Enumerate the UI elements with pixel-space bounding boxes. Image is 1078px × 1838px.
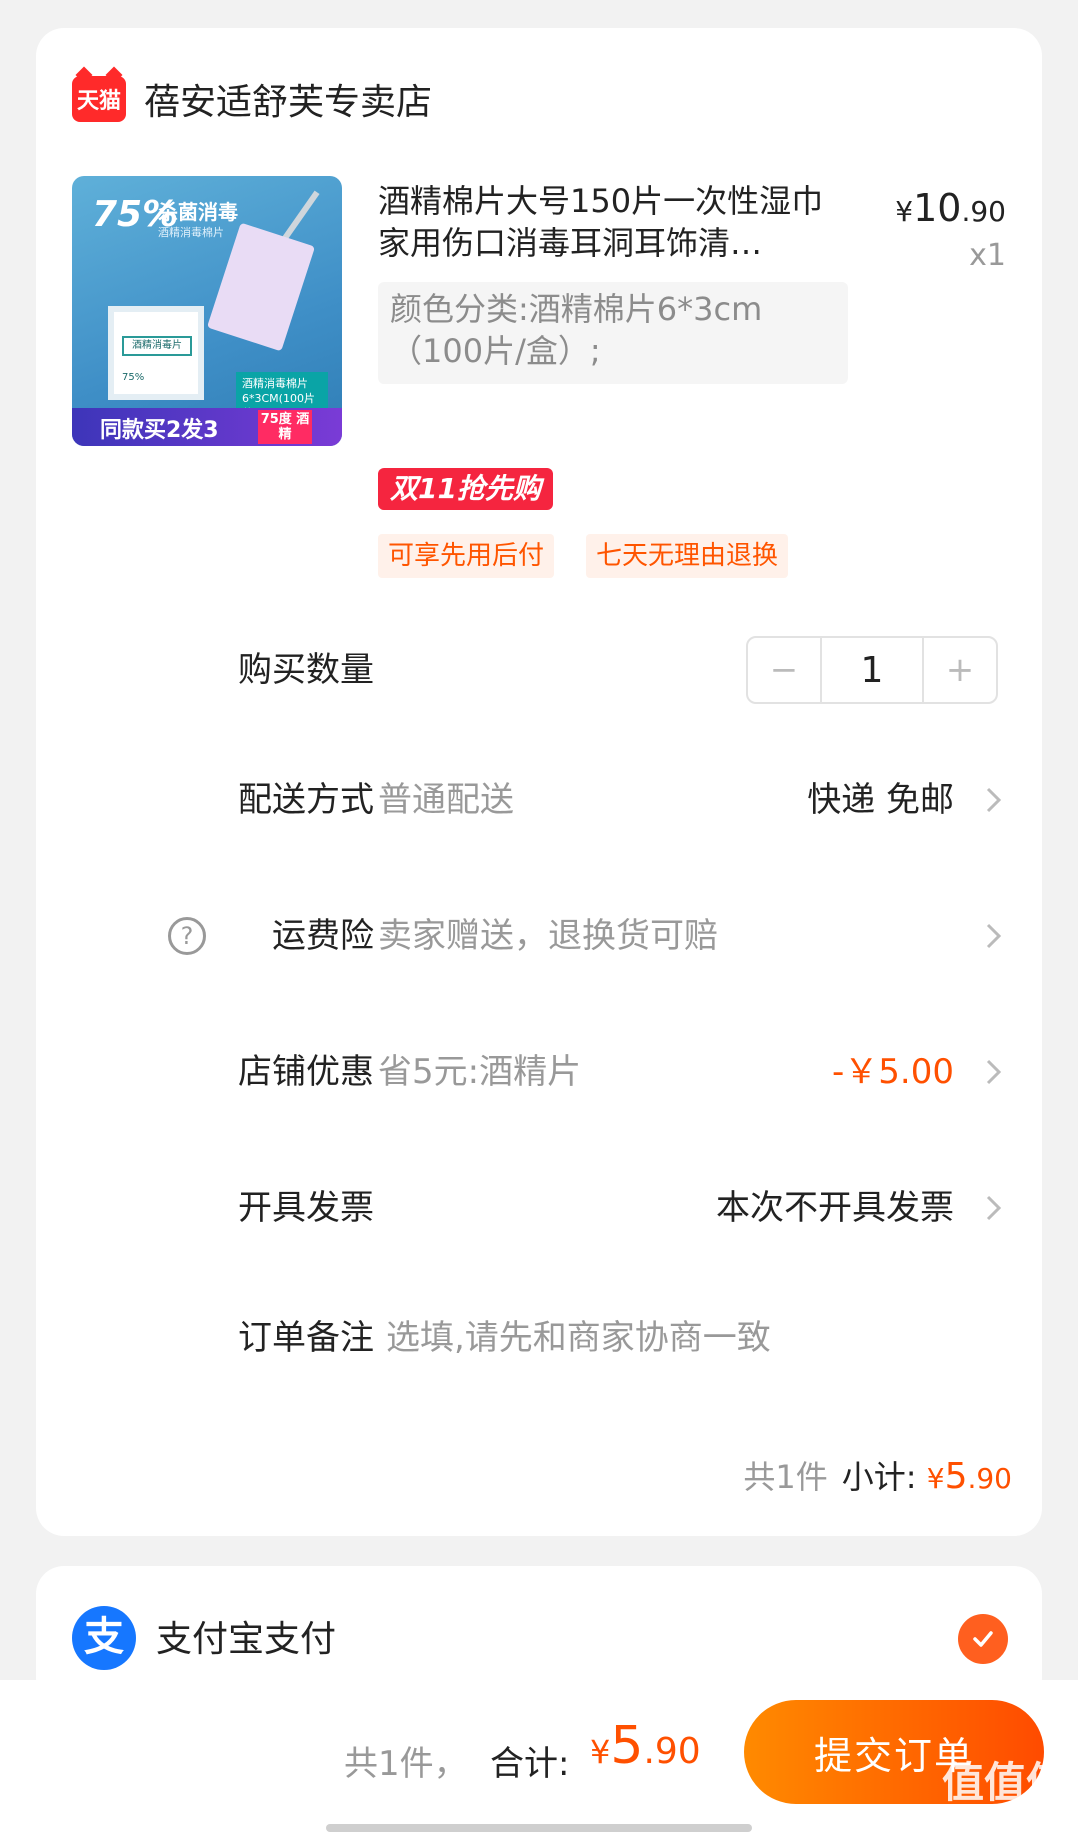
price-symbol: ¥ <box>895 195 914 228</box>
order-note-row: 订单备注 选填,请先和商家协商一致 <box>36 1298 1042 1378</box>
subtotal-dec: .90 <box>967 1462 1012 1495</box>
box-label: 酒精消毒片 <box>122 336 192 356</box>
banner-tag: 75度 酒精 <box>258 410 312 444</box>
delivery-label: 配送方式 <box>238 780 374 820</box>
watermark: 值值值 zhizhizhi.com <box>942 1760 1068 1826</box>
price-integer: 10 <box>913 186 962 230</box>
promo-badge: 双11抢先购 <box>378 468 553 510</box>
total-int: 5 <box>610 1716 644 1776</box>
checkmark-icon[interactable] <box>958 1614 1008 1664</box>
quantity-input[interactable]: 1 <box>820 638 924 702</box>
box-graphic: 酒精消毒片 75% <box>108 306 204 400</box>
discount-amount: -￥5.00 <box>832 1052 954 1092</box>
product-quantity: x1 <box>969 238 1006 273</box>
price-decimal: .90 <box>961 195 1006 228</box>
plus-button[interactable]: + <box>924 638 996 702</box>
chevron-right-icon <box>986 1059 1002 1085</box>
invoice-value: 本次不开具发票 <box>716 1188 954 1228</box>
product-variant[interactable]: 颜色分类:酒精棉片6*3cm（100片/盒）; <box>378 282 848 384</box>
bottom-bar: 共1件， 合计: ¥5.90 提交订单 <box>0 1680 1078 1838</box>
invoice-label: 开具发票 <box>238 1188 374 1228</box>
wipe-graphic <box>206 222 316 352</box>
tmall-logo-icon: 天猫 <box>72 76 126 122</box>
chevron-right-icon <box>986 923 1002 949</box>
subtotal-int: 5 <box>944 1456 968 1497</box>
total-amount: ¥5.90 <box>590 1716 701 1776</box>
watermark-text: 值值值 <box>941 1758 1068 1807</box>
chevron-right-icon <box>986 787 1002 813</box>
quantity-row: 购买数量 <box>36 530 1042 690</box>
insurance-row[interactable]: ? 运费险 卖家赠送，退换货可赔 <box>36 896 1042 976</box>
total-symbol: ¥ <box>590 1733 611 1771</box>
minus-button[interactable]: − <box>748 638 820 702</box>
watermark-site: zhizhizhi.com <box>946 1805 1068 1826</box>
delivery-method: 快递 免邮 <box>807 780 954 820</box>
store-name[interactable]: 蓓安适舒芙专卖店 <box>144 73 432 125</box>
box-small-text: 75% <box>122 372 145 383</box>
product-image[interactable]: 75% 杀菌消毒 酒精消毒棉片 酒精消毒片 75% 酒精消毒棉片 6*3CM(1… <box>72 176 342 446</box>
store-discount-row[interactable]: 店铺优惠 省5元:酒精片 -￥5.00 <box>36 1032 1042 1112</box>
quantity-label: 购买数量 <box>238 650 374 690</box>
order-card: 天猫 蓓安适舒芙专卖店 75% 杀菌消毒 酒精消毒棉片 酒精消毒片 75% 酒精… <box>36 28 1042 1536</box>
product-price: ¥10.90 <box>895 186 1006 230</box>
discount-value: 省5元:酒精片 <box>378 1052 582 1092</box>
insurance-value: 卖家赠送，退换货可赔 <box>378 916 718 956</box>
subtotal-count: 共1件 <box>743 1458 828 1496</box>
insurance-label: 运费险 <box>272 916 374 956</box>
subtotal: 共1件 小计: ¥5.90 <box>743 1452 1012 1498</box>
delivery-row[interactable]: 配送方式 普通配送 快递 免邮 <box>36 760 1042 840</box>
total-count: 共1件， <box>344 1744 468 1784</box>
subtotal-label: 小计: <box>841 1458 917 1496</box>
order-note-input[interactable]: 选填,请先和商家协商一致 <box>386 1298 771 1378</box>
note-label: 订单备注 <box>238 1318 374 1358</box>
product-image-subline: 酒精消毒棉片 <box>158 226 224 239</box>
invoice-row[interactable]: 开具发票 本次不开具发票 <box>36 1168 1042 1248</box>
alipay-icon: 支 <box>72 1606 136 1670</box>
product-title[interactable]: 酒精棉片大号150片一次性湿巾家用伤口消毒耳洞耳饰清… <box>378 180 848 264</box>
total-label: 合计: <box>490 1744 570 1784</box>
banner-text: 同款买2发3 <box>100 418 219 443</box>
subtotal-symbol: ¥ <box>926 1462 945 1495</box>
discount-label: 店铺优惠 <box>238 1052 374 1092</box>
help-icon[interactable]: ? <box>168 917 206 955</box>
payment-method-label[interactable]: 支付宝支付 <box>156 1610 336 1662</box>
home-indicator[interactable] <box>326 1824 752 1832</box>
product-image-banner: 同款买2发3 75度 酒精 <box>72 408 342 446</box>
product-image-headline: 杀菌消毒 <box>158 200 238 224</box>
total-dec: .90 <box>643 1731 701 1772</box>
delivery-value: 普通配送 <box>378 780 514 820</box>
quantity-stepper[interactable]: − 1 + <box>746 636 998 704</box>
store-header[interactable]: 天猫 蓓安适舒芙专卖店 <box>72 70 432 128</box>
chevron-right-icon <box>986 1195 1002 1221</box>
subtotal-amount: ¥5.90 <box>926 1456 1012 1497</box>
